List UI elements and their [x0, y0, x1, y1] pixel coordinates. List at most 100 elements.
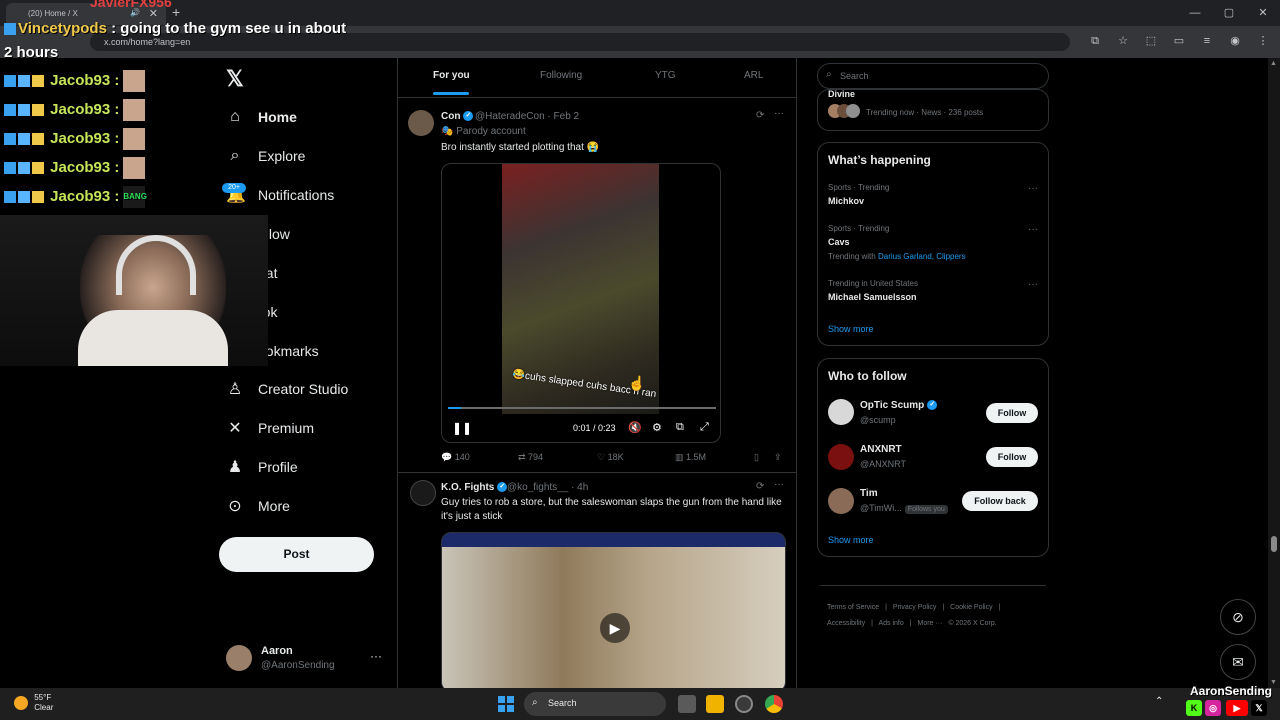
- show-more-link[interactable]: Show more: [828, 535, 874, 545]
- chat-crown-icon: [32, 191, 44, 203]
- reading-list-icon[interactable]: ≡: [1200, 34, 1214, 48]
- profile-icon: ♟: [227, 459, 243, 476]
- nav-premium[interactable]: ✕ Premium: [226, 413, 314, 443]
- chat-emote-icon: [123, 99, 146, 121]
- tweet-more-icon[interactable]: ···: [774, 108, 784, 119]
- follow-button[interactable]: Follow: [986, 447, 1038, 467]
- video-player[interactable]: 😂cuhs slapped cuhs bacc n ran ❚❚ 0:01 / …: [441, 163, 721, 443]
- bookmark-star-icon[interactable]: ☆: [1116, 34, 1130, 48]
- profile-avatar-icon[interactable]: ◉: [1228, 34, 1242, 48]
- tweet-handle[interactable]: @HateradeCon · Feb 2: [475, 111, 579, 122]
- taskbar-search[interactable]: ⌕ Search: [524, 692, 666, 716]
- trend-more-icon[interactable]: ···: [1028, 183, 1038, 194]
- repost-button[interactable]: ⇄ 794: [518, 452, 543, 463]
- mute-icon[interactable]: 🔇: [628, 421, 642, 434]
- more-icon: ⊙: [228, 498, 242, 515]
- footer-link[interactable]: Cookie Policy: [950, 604, 992, 611]
- account-handle: @AaronSending: [261, 660, 335, 671]
- tweet-author[interactable]: Con ✓: [441, 111, 474, 122]
- tweet-more-icon[interactable]: ···: [774, 479, 784, 490]
- footer-link[interactable]: Terms of Service: [827, 604, 879, 611]
- follow-back-button[interactable]: Follow back: [962, 491, 1038, 511]
- account-switcher[interactable]: Aaron @AaronSending ···: [226, 643, 386, 675]
- scroll-up-icon[interactable]: ▲: [1270, 60, 1277, 67]
- follow-button[interactable]: Follow: [986, 403, 1038, 423]
- chat-badge-icon: [4, 75, 16, 87]
- show-more-link[interactable]: Show more: [828, 324, 874, 334]
- file-explorer-icon[interactable]: [706, 695, 724, 713]
- avatar[interactable]: [828, 488, 854, 514]
- nav-creator-studio[interactable]: ♙ Creator Studio: [226, 374, 348, 404]
- tab-for-you[interactable]: For you: [433, 70, 470, 81]
- start-button[interactable]: [498, 696, 514, 712]
- creator-studio-icon: ♙: [227, 381, 243, 398]
- tab-ytg[interactable]: YTG: [655, 70, 676, 81]
- trend-name[interactable]: Michkov: [828, 196, 864, 206]
- tab-arl[interactable]: ARL: [744, 70, 763, 81]
- window-close-button[interactable]: ✕: [1246, 0, 1280, 26]
- pause-icon[interactable]: ❚❚: [452, 421, 472, 435]
- nav-more[interactable]: ⊙ More: [226, 491, 290, 521]
- trending-now-card[interactable]: Divine Trending now · News · 236 posts: [817, 89, 1049, 131]
- like-button[interactable]: ♡ 18K: [597, 452, 624, 463]
- settings-gear-icon[interactable]: ⚙: [652, 421, 662, 434]
- video-player[interactable]: ▶: [441, 532, 786, 692]
- maximize-button[interactable]: ▢: [1212, 0, 1246, 26]
- side-panel-icon[interactable]: ▭: [1172, 34, 1186, 48]
- suggested-user-name[interactable]: ANXNRT: [860, 444, 902, 455]
- minimize-button[interactable]: —: [1178, 0, 1212, 26]
- browser-menu-icon[interactable]: ⋮: [1256, 34, 1270, 48]
- messages-envelope-icon[interactable]: ✉: [1220, 644, 1256, 680]
- trend-name[interactable]: Michael Samuelsson: [828, 292, 917, 302]
- post-button[interactable]: Post: [219, 537, 374, 572]
- grok-explain-icon[interactable]: ⟳: [756, 481, 764, 492]
- tweet-author[interactable]: K.O. Fights ✓: [441, 482, 508, 493]
- trend-name[interactable]: Cavs: [828, 237, 850, 247]
- trend-more-icon[interactable]: ···: [1028, 279, 1038, 290]
- nav-profile[interactable]: ♟ Profile: [226, 452, 298, 482]
- trend-link[interactable]: Clippers: [936, 252, 965, 261]
- avatar[interactable]: [828, 399, 854, 425]
- dock-video-icon[interactable]: ⧉: [676, 421, 684, 434]
- suggested-user-name[interactable]: OpTic Scump ✓: [860, 400, 938, 411]
- notification-count-badge: 20+: [222, 183, 246, 193]
- avatar[interactable]: [828, 444, 854, 470]
- fullscreen-icon[interactable]: ⤢: [700, 421, 709, 434]
- nav-home[interactable]: ⌂ Home: [226, 102, 297, 132]
- footer-link[interactable]: More ···: [918, 620, 943, 627]
- new-tab-button[interactable]: +: [172, 4, 180, 20]
- bookmark-icon[interactable]: ▯: [754, 452, 759, 463]
- reply-button[interactable]: 💬 140: [441, 452, 470, 463]
- avatar[interactable]: [408, 110, 434, 136]
- nav-explore[interactable]: ⌕ Explore: [226, 141, 306, 171]
- grok-explain-icon[interactable]: ⟳: [756, 110, 764, 121]
- account-menu-icon[interactable]: ···: [370, 649, 382, 663]
- footer-link[interactable]: Ads info: [878, 620, 903, 627]
- tweet-handle[interactable]: @ko_fights__ · 4h: [507, 482, 588, 493]
- suggested-user-name[interactable]: Tim: [860, 488, 878, 499]
- search-input[interactable]: ⌕ Search: [817, 63, 1049, 89]
- avatar[interactable]: [410, 480, 436, 506]
- extensions-icon[interactable]: ⬚: [1144, 34, 1158, 48]
- page-scrollbar[interactable]: ▲ ▼: [1268, 58, 1280, 688]
- footer-link[interactable]: Privacy Policy: [893, 604, 937, 611]
- play-icon[interactable]: ▶: [600, 613, 630, 643]
- trend-more-icon[interactable]: ···: [1028, 224, 1038, 235]
- scroll-thumb[interactable]: [1271, 536, 1277, 552]
- video-progress-bar[interactable]: [448, 407, 716, 409]
- task-view-icon[interactable]: [678, 695, 696, 713]
- tab-following[interactable]: Following: [540, 70, 582, 81]
- install-app-icon[interactable]: ⧉: [1088, 34, 1102, 48]
- chrome-icon[interactable]: [765, 695, 783, 713]
- share-icon[interactable]: ⇪: [774, 452, 782, 463]
- x-logo-icon[interactable]: 𝕏: [226, 66, 244, 92]
- grok-float-icon[interactable]: ⊘: [1220, 599, 1256, 635]
- chat-message: Jacob93 :: [4, 99, 146, 121]
- tray-chevron-icon[interactable]: ⌃: [1155, 696, 1163, 707]
- views-button[interactable]: ▥ 1.5M: [675, 452, 706, 463]
- app-icon[interactable]: [735, 695, 753, 713]
- weather-widget[interactable]: 55°F Clear: [14, 693, 53, 713]
- trend-link[interactable]: Darius Garland,: [878, 252, 934, 261]
- suggested-user-handle: @ANXNRT: [860, 459, 906, 469]
- footer-link[interactable]: Accessibility: [827, 620, 865, 627]
